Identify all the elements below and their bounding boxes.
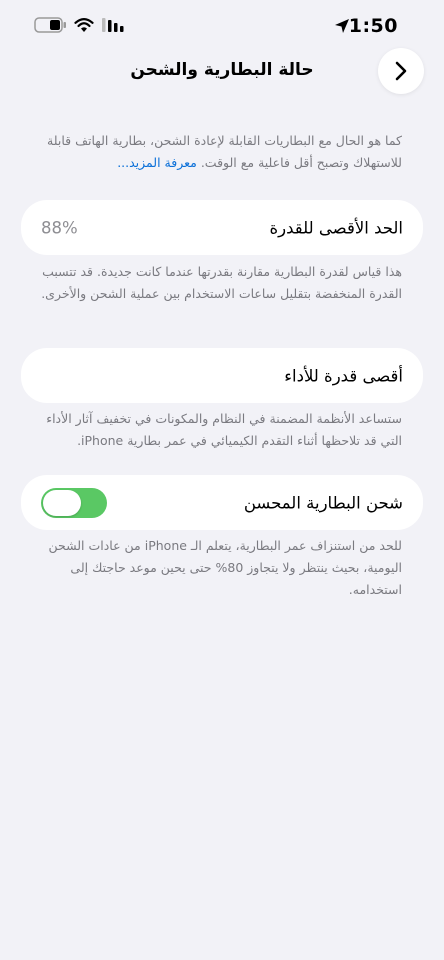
cellular-signal-icon (102, 18, 124, 32)
location-arrow-icon (335, 19, 349, 33)
toggle-knob (43, 489, 81, 516)
optimized-charging-row: شحن البطارية المحسن (21, 475, 423, 530)
peak-performance-label: أقصى قدرة للأداء (284, 366, 403, 385)
back-button[interactable] (378, 48, 424, 94)
optimized-charging-label: شحن البطارية المحسن (243, 493, 403, 512)
intro-text: كما هو الحال مع البطاريات القابلة لإعادة… (47, 133, 402, 170)
optimized-charging-footnote: للحد من استنزاف عمر البطارية، يتعلم الـ … (48, 538, 403, 597)
status-bar: 1:50 (0, 0, 444, 54)
learn-more-link[interactable]: معرفة المزيد... (117, 155, 197, 170)
peak-performance-row: أقصى قدرة للأداء (21, 348, 423, 403)
max-capacity-value: 88% (41, 218, 78, 237)
peak-performance-footnote: ستساعد الأنظمة المضمنة في النظام والمكون… (46, 411, 402, 448)
optimized-charging-toggle[interactable] (41, 487, 107, 518)
battery-icon (34, 17, 66, 33)
wifi-icon (74, 18, 94, 32)
max-capacity-row: الحد الأقصى للقدرة 88% (21, 200, 423, 255)
status-time: 1:50 (348, 15, 398, 37)
max-capacity-label: الحد الأقصى للقدرة (269, 218, 403, 237)
intro-description: كما هو الحال مع البطاريات القابلة لإعادة… (30, 130, 402, 174)
max-capacity-footnote: هذا قياس لقدرة البطارية مقارنة بقدرتها ع… (41, 264, 402, 301)
chevron-right-icon (395, 61, 407, 81)
